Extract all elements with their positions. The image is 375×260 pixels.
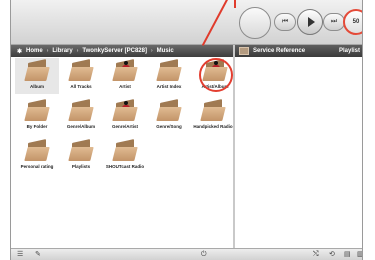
breadcrumb: ✱ Home › Library › TwonkyServer [PC828] … bbox=[11, 45, 233, 57]
tile-genre-song[interactable]: Genre/Song bbox=[147, 98, 191, 134]
list-view-icon[interactable]: ☰ bbox=[17, 251, 23, 259]
previous-button[interactable]: ⏮ bbox=[274, 13, 296, 31]
tile-shoutcast-radio[interactable]: SHOUTcast Radio bbox=[103, 138, 147, 174]
service-icon bbox=[239, 47, 249, 55]
folder-icon bbox=[24, 99, 50, 121]
tile-label: Playlists bbox=[71, 164, 91, 169]
breadcrumb-library[interactable]: Library bbox=[52, 48, 72, 54]
tile-label: SHOUTcast Radio bbox=[105, 164, 145, 169]
tile-album[interactable]: Album bbox=[15, 58, 59, 94]
folder-icon bbox=[68, 139, 94, 161]
tile-genre-artist[interactable]: Genre/Artist bbox=[103, 98, 147, 134]
player-toolbar: ⏮ ⏭ 50 bbox=[11, 0, 362, 45]
tab-playlist[interactable]: Playlist bbox=[339, 48, 360, 54]
bottom-toolbar: ☰ ✎ ⏻ ⤭ ⟲ ▤ ▥ bbox=[11, 248, 362, 260]
folder-icon bbox=[156, 99, 182, 121]
tile-artist[interactable]: Artist bbox=[103, 58, 147, 94]
folder-icon bbox=[24, 59, 50, 81]
breadcrumb-music[interactable]: Music bbox=[157, 48, 174, 54]
tile-label: Album bbox=[30, 84, 44, 89]
annotation-line bbox=[234, 0, 236, 8]
queue-title: Service Reference bbox=[253, 48, 306, 54]
stop-button[interactable] bbox=[239, 7, 271, 39]
next-button[interactable]: ⏭ bbox=[323, 13, 345, 31]
folder-person-icon bbox=[112, 59, 138, 81]
folder-icon bbox=[68, 59, 94, 81]
tile-all-tracks[interactable]: All Tracks bbox=[59, 58, 103, 94]
save-playlist-icon[interactable]: ▤ bbox=[344, 251, 351, 259]
tile-label: Artist bbox=[119, 84, 131, 89]
previous-icon: ⏮ bbox=[281, 18, 289, 25]
tile-label: By Folder bbox=[26, 124, 48, 129]
folder-icon bbox=[24, 139, 50, 161]
tile-genre-album[interactable]: Genre/Album bbox=[59, 98, 103, 134]
folder-icon bbox=[156, 59, 182, 81]
repeat-icon[interactable]: ⟲ bbox=[329, 251, 335, 259]
tile-label: Personal rating bbox=[20, 164, 54, 169]
next-icon: ⏭ bbox=[330, 18, 338, 25]
shuffle-icon[interactable]: ⤭ bbox=[313, 251, 319, 259]
play-icon bbox=[307, 17, 315, 27]
tile-playlists[interactable]: Playlists bbox=[59, 138, 103, 174]
tile-label: All Tracks bbox=[70, 84, 92, 89]
annotation-circle bbox=[199, 58, 233, 92]
breadcrumb-home[interactable]: Home bbox=[26, 48, 43, 54]
volume-value: 50 bbox=[352, 19, 360, 25]
media-player-window: ⏮ ⏭ 50 ✱ Home › Library › TwonkyServer [… bbox=[10, 0, 363, 260]
volume-knob[interactable]: 50 bbox=[343, 9, 362, 35]
tile-label: Handpicked Radio bbox=[193, 124, 233, 129]
folder-icon bbox=[68, 99, 94, 121]
edit-icon[interactable]: ✎ bbox=[35, 251, 41, 259]
tile-label: Genre/Song bbox=[156, 124, 182, 129]
tile-label: Genre/Album bbox=[66, 124, 96, 129]
tile-label: Artist Index bbox=[156, 84, 182, 89]
breadcrumb-separator: › bbox=[150, 48, 153, 54]
queue-header: Service Reference Playlist bbox=[235, 45, 362, 57]
breadcrumb-server[interactable]: TwonkyServer [PC828] bbox=[82, 48, 147, 54]
folder-icon bbox=[112, 139, 138, 161]
folder-icon bbox=[200, 99, 226, 121]
tile-handpicked-radio[interactable]: Handpicked Radio bbox=[191, 98, 235, 134]
breadcrumb-separator: › bbox=[76, 48, 79, 54]
tile-artist-index[interactable]: Artist Index bbox=[147, 58, 191, 94]
breadcrumb-separator: › bbox=[46, 48, 49, 54]
tile-by-folder[interactable]: By Folder bbox=[15, 98, 59, 134]
folder-person-icon bbox=[112, 99, 138, 121]
power-icon[interactable]: ⏻ bbox=[201, 251, 207, 259]
clear-playlist-icon[interactable]: ▥ bbox=[357, 251, 362, 259]
tile-label: Genre/Artist bbox=[111, 124, 138, 129]
play-button[interactable] bbox=[297, 9, 323, 35]
star-icon[interactable]: ✱ bbox=[17, 48, 22, 55]
tile-personal-rating[interactable]: Personal rating bbox=[15, 138, 59, 174]
